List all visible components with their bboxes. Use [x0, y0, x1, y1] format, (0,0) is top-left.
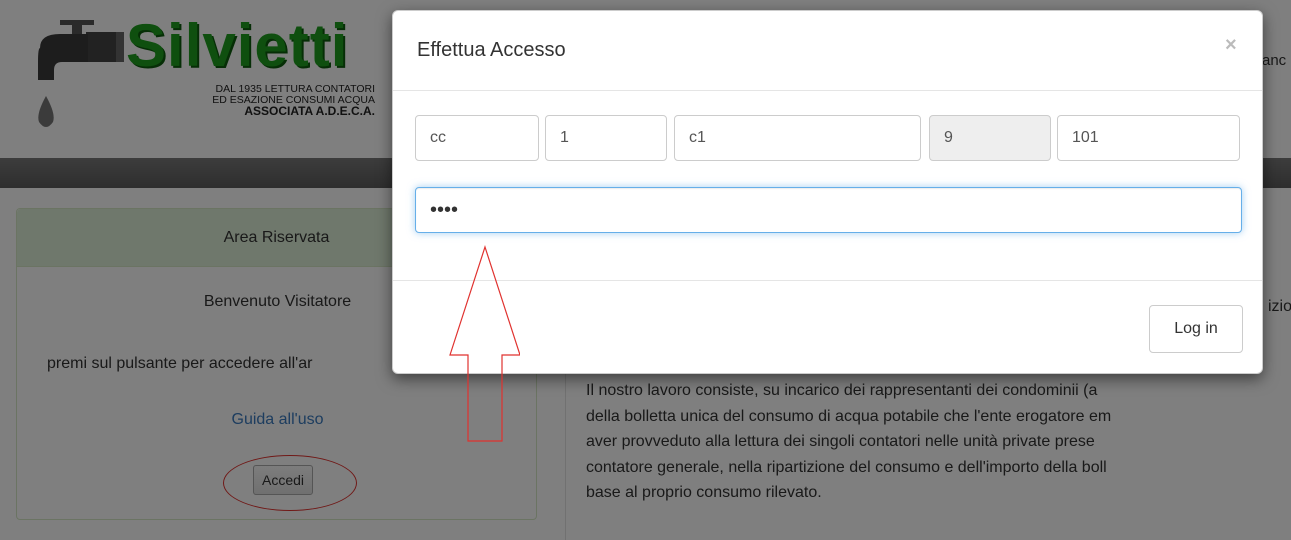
code-field-2[interactable]: [545, 115, 667, 161]
code-field-4: [929, 115, 1051, 161]
modal-body: [393, 91, 1262, 281]
modal-header: Effettua Accesso ×: [393, 11, 1262, 91]
close-icon[interactable]: ×: [1225, 35, 1237, 55]
code-field-1[interactable]: [415, 115, 539, 161]
login-button[interactable]: Log in: [1149, 305, 1243, 353]
modal-title: Effettua Accesso: [417, 39, 566, 61]
code-field-3[interactable]: [674, 115, 921, 161]
annotation-arrow: [449, 245, 520, 442]
password-field[interactable]: [415, 187, 1242, 233]
code-field-5[interactable]: [1057, 115, 1240, 161]
login-modal: Effettua Accesso × Log in: [392, 10, 1263, 374]
